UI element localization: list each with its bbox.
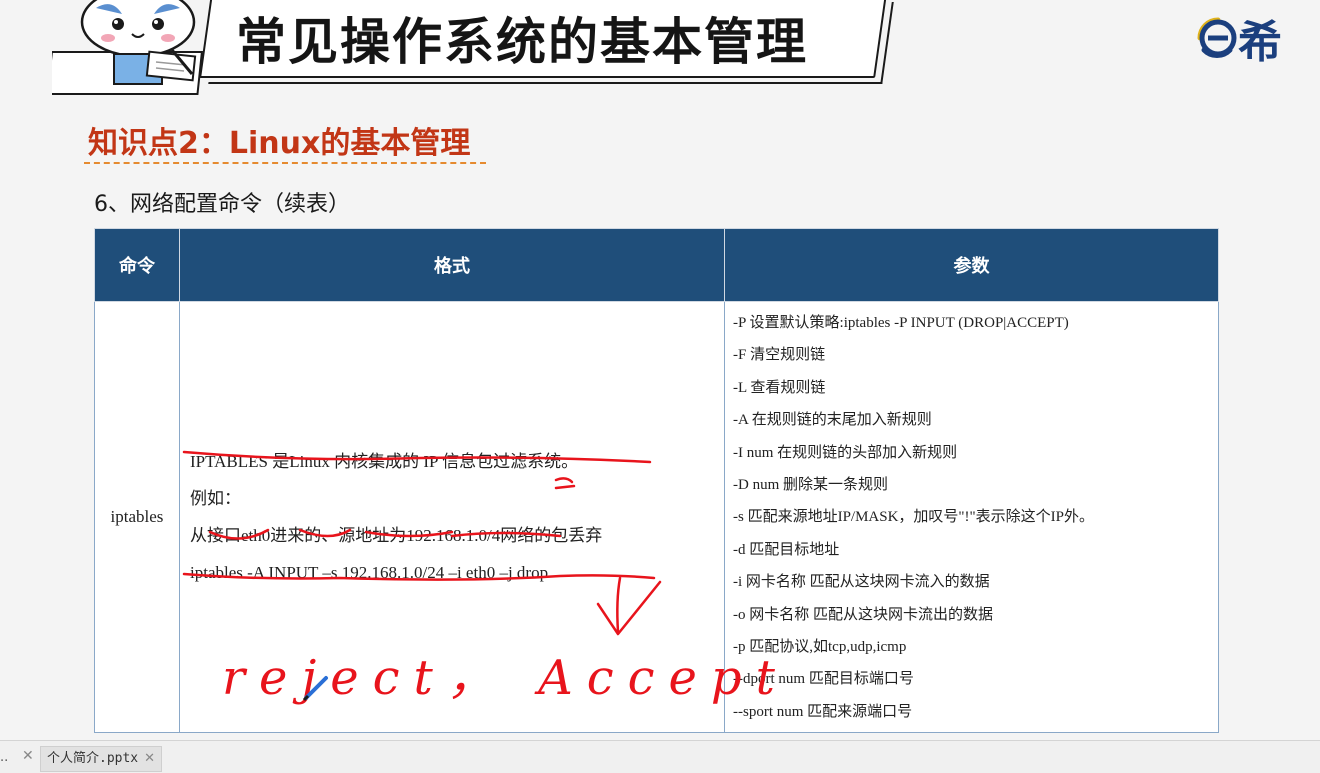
section-divider [84,162,486,164]
list-item: --sport num 匹配来源端口号 [733,703,913,720]
list-item: -F 清空规则链 [733,347,826,364]
list-item: --dport num 匹配目标端口号 [733,671,914,688]
brand-logo-text: 希 [1238,17,1282,68]
header-format: 格式 [179,228,725,302]
list-item: -o 网卡名称 匹配从这块网卡流出的数据 [733,606,993,623]
command-cell: iptables [94,300,180,734]
list-item: -I num 在规则链的头部加入新规则 [733,444,958,461]
list-item: -i 网卡名称 匹配从这块网卡流入的数据 [733,574,990,591]
document-tab-bar: .. ✕ 个人简介.pptx ✕ [0,740,1320,773]
format-cell: IPTABLES 是Linux 内核集成的 IP 信息包过滤系统。 例如： 从接… [179,300,725,734]
slide-title: 常见操作系统的基本管理 [236,13,808,71]
table-subtitle: 6、网络配置命令（续表） [94,192,350,217]
tab-previous[interactable]: .. [0,750,8,765]
format-line: 从接口eth0进来的、源地址为192.168.1.0/4网络的包丢弃 [190,526,603,546]
list-item: -p 匹配协议,如tcp,udp,icmp [733,638,907,655]
table-row: iptables IPTABLES 是Linux 内核集成的 IP 信息包过滤系… [94,300,1219,734]
table-header-row: 命令 格式 参数 [94,228,1219,302]
close-icon[interactable]: ✕ [22,748,34,764]
command-table: 命令 格式 参数 iptables IPTABLES 是Linux 内核集成的 … [94,228,1219,734]
format-line: IPTABLES 是Linux 内核集成的 IP 信息包过滤系统。 [190,452,579,472]
params-cell: -P 设置默认策略:iptables -P INPUT (DROP|ACCEPT… [724,300,1219,734]
tab-active-document[interactable]: 个人简介.pptx ✕ [40,746,163,772]
header-params: 参数 [724,228,1219,302]
section-title: 知识点2：Linux的基本管理 [88,126,471,161]
list-item: -L 查看规则链 [733,379,826,396]
list-item: -A 在规则链的末尾加入新规则 [733,412,932,429]
params-list: -P 设置默认策略:iptables -P INPUT (DROP|ACCEPT… [733,303,1217,731]
close-icon[interactable]: ✕ [144,751,155,766]
header-command: 命令 [94,228,180,302]
list-item: -P 设置默认策略:iptables -P INPUT (DROP|ACCEPT… [733,315,1069,331]
list-item: -s 匹配来源地址IP/MASK，加叹号"!"表示除这个IP外。 [733,509,1095,526]
format-line: 例如： [190,489,241,509]
list-item: -d 匹配目标地址 [733,541,840,558]
slide-canvas: 常见操作系统的基本管理 希 知识点2：Linux的基本管理 6、网络配置命令（续… [0,0,1320,740]
cat-mascot-icon [52,0,204,95]
format-line: iptables -A INPUT –s 192.168.1.0/24 –i e… [190,563,549,583]
list-item: -D num 删除某一条规则 [733,476,888,493]
tab-label: 个人简介.pptx [47,751,139,766]
